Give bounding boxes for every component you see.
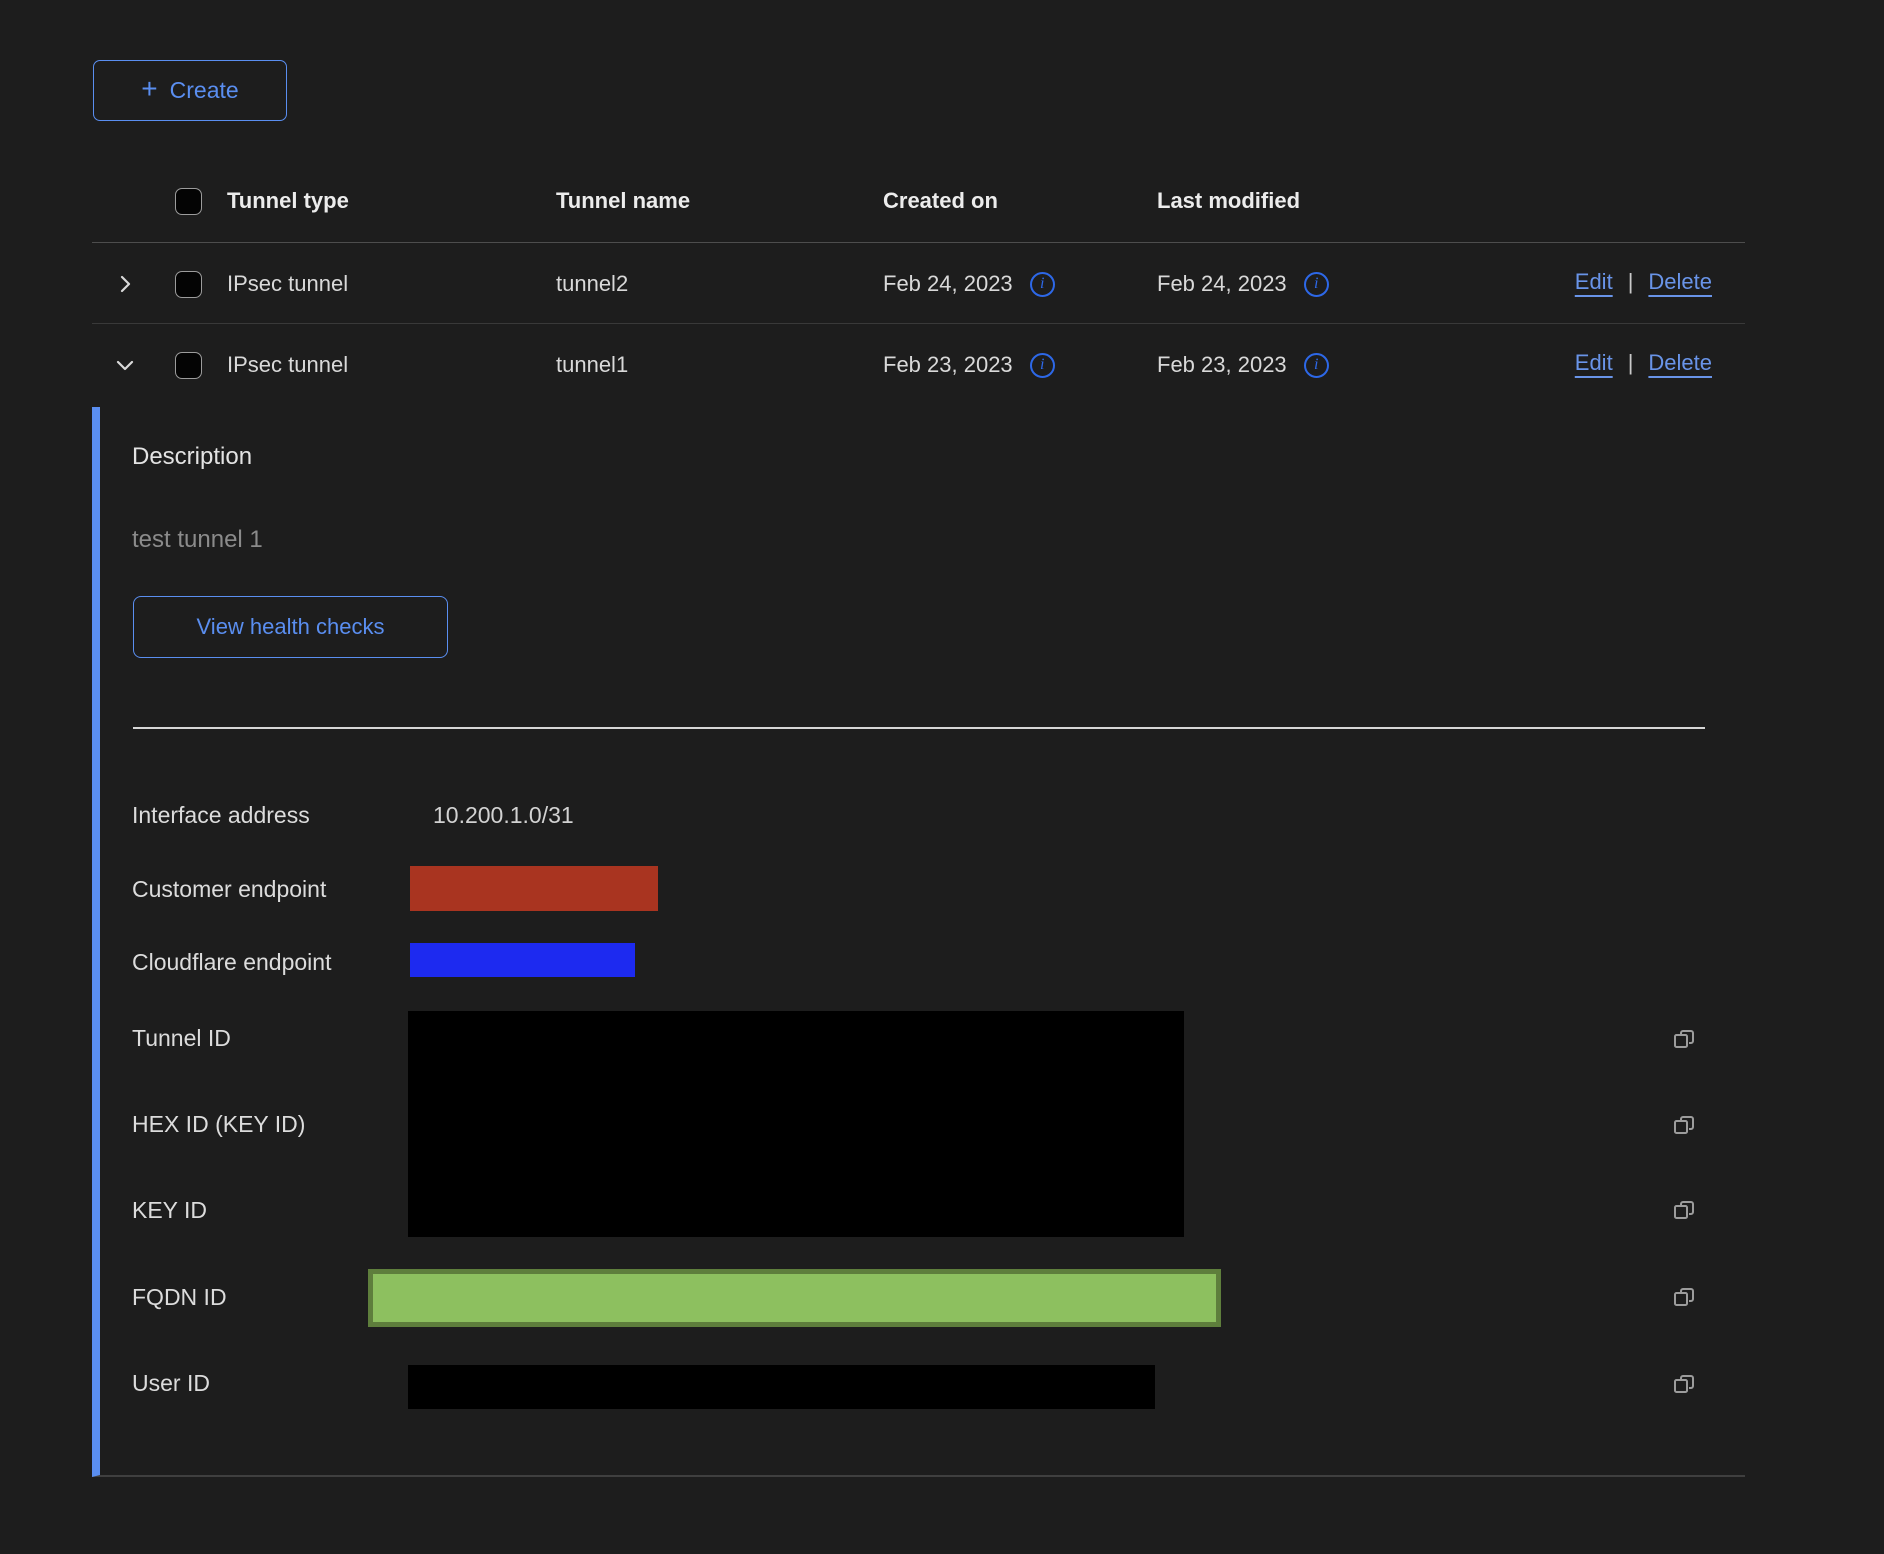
copy-icon <box>1670 1371 1698 1399</box>
tunnel-type-cell: IPsec tunnel <box>227 351 348 379</box>
copy-fqdn-id-button[interactable] <box>1668 1282 1700 1314</box>
last-modified-date: Feb 24, 2023 <box>1157 270 1287 298</box>
last-modified-date: Feb 23, 2023 <box>1157 351 1287 379</box>
table-header-row: Tunnel type Tunnel name Created on Last … <box>92 160 1745 243</box>
copy-user-id-button[interactable] <box>1668 1369 1700 1401</box>
info-icon[interactable]: i <box>1030 272 1055 297</box>
actions-separator: | <box>1628 350 1634 376</box>
view-health-checks-button[interactable]: View health checks <box>133 596 448 658</box>
delete-link[interactable]: Delete <box>1648 269 1712 295</box>
tunnels-table: Tunnel type Tunnel name Created on Last … <box>92 160 1745 1477</box>
chevron-down-icon <box>115 355 135 375</box>
copy-icon <box>1670 1112 1698 1140</box>
fqdn-id-redacted-value <box>368 1269 1221 1327</box>
header-tunnel-type: Tunnel type <box>227 187 349 215</box>
user-id-redacted-value <box>408 1365 1155 1409</box>
tunnel-type-cell: IPsec tunnel <box>227 270 348 298</box>
actions-separator: | <box>1628 269 1634 295</box>
create-button-label: Create <box>170 77 239 104</box>
description-value: test tunnel 1 <box>132 526 263 554</box>
description-label: Description <box>132 443 252 471</box>
hex-id-label: HEX ID (KEY ID) <box>132 1110 305 1138</box>
last-modified-cell: Feb 23, 2023 i <box>1157 351 1329 379</box>
customer-endpoint-label: Customer endpoint <box>132 875 326 903</box>
interface-address-label: Interface address <box>132 801 310 829</box>
plus-icon: + <box>141 75 157 103</box>
info-icon[interactable]: i <box>1030 353 1055 378</box>
cloudflare-endpoint-label: Cloudflare endpoint <box>132 948 331 976</box>
chevron-right-icon <box>115 274 135 294</box>
tunnel-id-label: Tunnel ID <box>132 1024 231 1052</box>
fqdn-id-label: FQDN ID <box>132 1283 227 1311</box>
delete-link[interactable]: Delete <box>1648 350 1712 376</box>
copy-hex-id-button[interactable] <box>1668 1110 1700 1142</box>
copy-icon <box>1670 1197 1698 1225</box>
row-checkbox[interactable] <box>175 352 202 379</box>
edit-link[interactable]: Edit <box>1575 269 1613 295</box>
tunnels-page: + Create Tunnel type Tunnel name Created… <box>0 0 1884 1554</box>
copy-icon <box>1670 1284 1698 1312</box>
panel-divider <box>133 727 1705 729</box>
tunnel-name-cell: tunnel1 <box>556 351 628 379</box>
row-actions: Edit | Delete <box>1575 350 1712 376</box>
created-on-cell: Feb 23, 2023 i <box>883 351 1055 379</box>
expanded-tunnel-panel: Description test tunnel 1 View health ch… <box>92 407 1745 1477</box>
header-created-on: Created on <box>883 187 998 215</box>
created-on-date: Feb 24, 2023 <box>883 270 1013 298</box>
row-checkbox[interactable] <box>175 271 202 298</box>
copy-tunnel-id-button[interactable] <box>1668 1024 1700 1056</box>
ids-redacted-value <box>408 1011 1184 1237</box>
user-id-label: User ID <box>132 1369 210 1397</box>
table-row: IPsec tunnel tunnel1 Feb 23, 2023 i Feb … <box>92 324 1745 407</box>
created-on-date: Feb 23, 2023 <box>883 351 1013 379</box>
info-icon[interactable]: i <box>1304 353 1329 378</box>
copy-key-id-button[interactable] <box>1668 1195 1700 1227</box>
header-last-modified: Last modified <box>1157 187 1300 215</box>
copy-icon <box>1670 1026 1698 1054</box>
header-tunnel-name: Tunnel name <box>556 187 690 215</box>
info-icon[interactable]: i <box>1304 272 1329 297</box>
key-id-label: KEY ID <box>132 1196 207 1224</box>
customer-endpoint-redacted-value <box>410 866 658 911</box>
created-on-cell: Feb 24, 2023 i <box>883 270 1055 298</box>
cloudflare-endpoint-redacted-value <box>410 943 635 977</box>
interface-address-value: 10.200.1.0/31 <box>433 801 574 829</box>
select-all-checkbox[interactable] <box>175 188 202 215</box>
create-button[interactable]: + Create <box>93 60 287 121</box>
expand-row-button[interactable] <box>112 271 138 297</box>
table-row: IPsec tunnel tunnel2 Feb 24, 2023 i Feb … <box>92 243 1745 324</box>
last-modified-cell: Feb 24, 2023 i <box>1157 270 1329 298</box>
collapse-row-button[interactable] <box>112 352 138 378</box>
edit-link[interactable]: Edit <box>1575 350 1613 376</box>
tunnel-name-cell: tunnel2 <box>556 270 628 298</box>
row-actions: Edit | Delete <box>1575 269 1712 295</box>
